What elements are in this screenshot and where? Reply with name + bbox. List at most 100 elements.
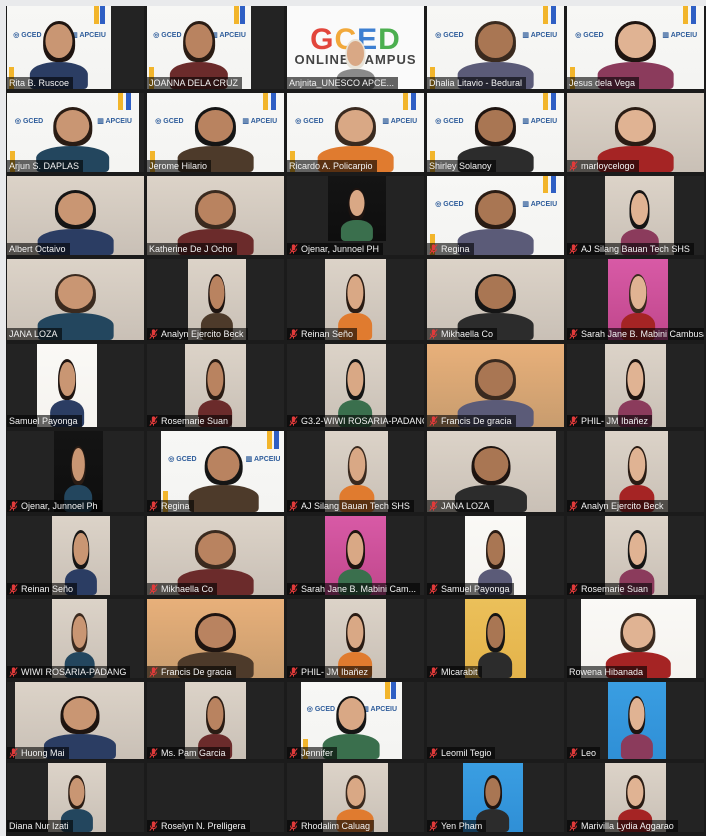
participant-tile[interactable]: Analyn Ejercito Beck: [567, 431, 704, 512]
participant-name: Marivilla Lydia Aggarao: [581, 821, 674, 831]
participant-name: Leomil Tegio: [441, 748, 492, 758]
participant-tile[interactable]: Albert Octaivo: [7, 176, 144, 255]
gallery-grid: ◎ GCED ▥ APCEIU Rita B. Ruscoe ◎ GCED ▥ APCE…: [6, 6, 706, 836]
participant-tile[interactable]: ◎ GCED ▥ APCEIU Dhalia Litavio - Bedural: [427, 6, 564, 89]
participant-tile[interactable]: Francis De gracia: [427, 344, 564, 427]
participant-tile[interactable]: Reinan Seño: [287, 259, 424, 340]
participant-tile[interactable]: G3.2-WIWI ROSARIA-PADANG: [287, 344, 424, 427]
participant-name: Rosemarie Suan: [161, 416, 229, 426]
mic-muted-icon: [569, 161, 578, 171]
banner-stripe: [117, 93, 123, 111]
participant-tile[interactable]: Samuel Payonga: [427, 516, 564, 595]
participant-name-tag: JANA LOZA: [427, 500, 494, 512]
participant-name-tag: Ricardo A. Policarpio: [287, 160, 377, 172]
participant-tile[interactable]: ◎ GCED ▥ APCEIU Jennifer: [287, 682, 424, 759]
participant-tile[interactable]: ◎ GCED ▥ APCEIU Ricardo A. Policarpio: [287, 93, 424, 172]
participant-tile[interactable]: Reinan Seño: [7, 516, 144, 595]
participant-tile[interactable]: Rowena Hibanada: [567, 599, 704, 678]
participant-name: PHIL- JM Ibañez: [301, 667, 369, 677]
participant-tile[interactable]: ◎ GCED ▥ APCEIU JOANNA DELA CRUZ: [147, 6, 284, 89]
participant-name: Reinan Seño: [301, 329, 354, 339]
participant-tile[interactable]: Roselyn N. Prelligera: [147, 763, 284, 832]
participant-name: Jennifer: [301, 748, 334, 758]
participant-name-tag: Albert Octaivo: [7, 243, 70, 255]
participant-tile[interactable]: ◎ GCED ▥ APCEIU Arjun S. DAPLAS: [7, 93, 144, 172]
banner-stripe: [233, 6, 239, 25]
participant-name-tag: Francis De gracia: [147, 666, 236, 678]
participant-tile[interactable]: Sarah Jane B. Mabini Cam...: [287, 516, 424, 595]
participant-tile[interactable]: Samuel Payonga: [7, 344, 144, 427]
participant-name: Reinan Seño: [21, 584, 74, 594]
participant-name: Sarah Jane B. Mabini Cambusa: [581, 329, 704, 339]
participant-tile[interactable]: Leo: [567, 682, 704, 759]
banner-stripe: [274, 431, 280, 449]
participant-tile[interactable]: Francis De gracia: [147, 599, 284, 678]
mic-muted-icon: [289, 329, 298, 339]
participant-tile[interactable]: Mlcarabit: [427, 599, 564, 678]
mic-muted-icon: [569, 821, 578, 831]
participant-name: Mikhaella Co: [161, 584, 214, 594]
participant-tile[interactable]: Ojenar, Junnoel PH: [287, 176, 424, 255]
participant-tile[interactable]: PHIL- JM Ibañez: [567, 344, 704, 427]
participant-tile[interactable]: Rosemarie Suan: [567, 516, 704, 595]
participant-name-tag: Huong Mai: [7, 747, 69, 759]
participant-tile[interactable]: Huong Mai: [7, 682, 144, 759]
participant-person: [340, 187, 373, 241]
participant-tile[interactable]: Katherine De J Ocho: [147, 176, 284, 255]
participant-tile[interactable]: Ms. Pam Garcia: [147, 682, 284, 759]
participant-tile[interactable]: ◎ GCED ▥ APCEIU Regina: [147, 431, 284, 512]
participant-tile[interactable]: Leomil Tegio: [427, 682, 564, 759]
participant-tile[interactable]: ◎ GCED ▥ APCEIU Jesus dela Vega: [567, 6, 704, 89]
banner-stripe: [99, 6, 105, 25]
participant-name: Rowena Hibanada: [569, 667, 644, 677]
mic-muted-icon: [289, 501, 298, 511]
banner-stripe: [542, 93, 548, 111]
participant-tile[interactable]: AJ Silang Bauan Tech SHS: [567, 176, 704, 255]
participant-name: Ms. Pam Garcia: [161, 748, 226, 758]
mic-muted-icon: [149, 584, 158, 594]
participant-tile[interactable]: Analyn Ejercito Beck: [147, 259, 284, 340]
participant-name: Francis De gracia: [441, 416, 512, 426]
banner-stripe: [542, 6, 548, 25]
participant-name-tag: Regina: [427, 243, 474, 255]
participant-name: Jerome Hilario: [149, 161, 208, 171]
participant-tile[interactable]: Yen Pham: [427, 763, 564, 832]
participant-name-tag: Anjnita_UNESCO APCE...: [287, 77, 399, 89]
participant-name: Rosemarie Suan: [581, 584, 649, 594]
mic-muted-icon: [289, 667, 298, 677]
participant-tile[interactable]: PHIL- JM Ibañez: [287, 599, 424, 678]
participant-name: Analyn Ejercito Beck: [581, 501, 664, 511]
participant-tile[interactable]: Marivilla Lydia Aggarao: [567, 763, 704, 832]
participant-tile[interactable]: WIWI ROSARIA-PADANG: [7, 599, 144, 678]
participant-tile[interactable]: JANA LOZA: [7, 259, 144, 340]
banner-stripe: [93, 6, 99, 25]
participant-name-tag: Rowena Hibanada: [567, 666, 648, 678]
participant-name: Sarah Jane B. Mabini Cam...: [301, 584, 417, 594]
participant-video: [608, 682, 666, 759]
participant-tile[interactable]: ◎ GCED ▥ APCEIU Jerome Hilario: [147, 93, 284, 172]
mic-muted-icon: [149, 821, 158, 831]
participant-tile[interactable]: Mikhaella Co: [427, 259, 564, 340]
participant-tile[interactable]: ◎ GCED ▥ APCEIU Rita B. Ruscoe: [7, 6, 144, 89]
participant-name-tag: Yen Pham: [427, 820, 487, 832]
participant-name-tag: Rita B. Ruscoe: [7, 77, 74, 89]
participant-tile[interactable]: ◎ GCED ▥ APCEIU Regina: [427, 176, 564, 255]
participant-tile[interactable]: Rhodalim Caluag: [287, 763, 424, 832]
participant-tile[interactable]: Mikhaella Co: [147, 516, 284, 595]
participant-tile[interactable]: Ojenar, Junnoel Ph: [7, 431, 144, 512]
participant-tile[interactable]: AJ Silang Bauan Tech SHS: [287, 431, 424, 512]
participant-tile[interactable]: ◎ GCED ▥ APCEIU Shirley Solanoy: [427, 93, 564, 172]
participant-name-tag: Mikhaella Co: [427, 328, 498, 340]
participant-tile[interactable]: marloycelogo: [567, 93, 704, 172]
participant-tile[interactable]: Diana Nur Izati: [7, 763, 144, 832]
participant-name: Rhodalim Caluag: [301, 821, 371, 831]
participant-tile[interactable]: GCED ONLINE CAMPUS Anjnita_UNESCO APCE...: [287, 6, 424, 89]
participant-tile[interactable]: Rosemarie Suan: [147, 344, 284, 427]
participant-name: Regina: [441, 244, 470, 254]
mic-muted-icon: [429, 584, 438, 594]
participant-tile[interactable]: JANA LOZA: [427, 431, 564, 512]
participant-tile[interactable]: Sarah Jane B. Mabini Cambusa: [567, 259, 704, 340]
participant-name-tag: Regina: [147, 500, 194, 512]
participant-name: Ojenar, Junnoel Ph: [21, 501, 98, 511]
participant-name-tag: Mikhaella Co: [147, 583, 218, 595]
